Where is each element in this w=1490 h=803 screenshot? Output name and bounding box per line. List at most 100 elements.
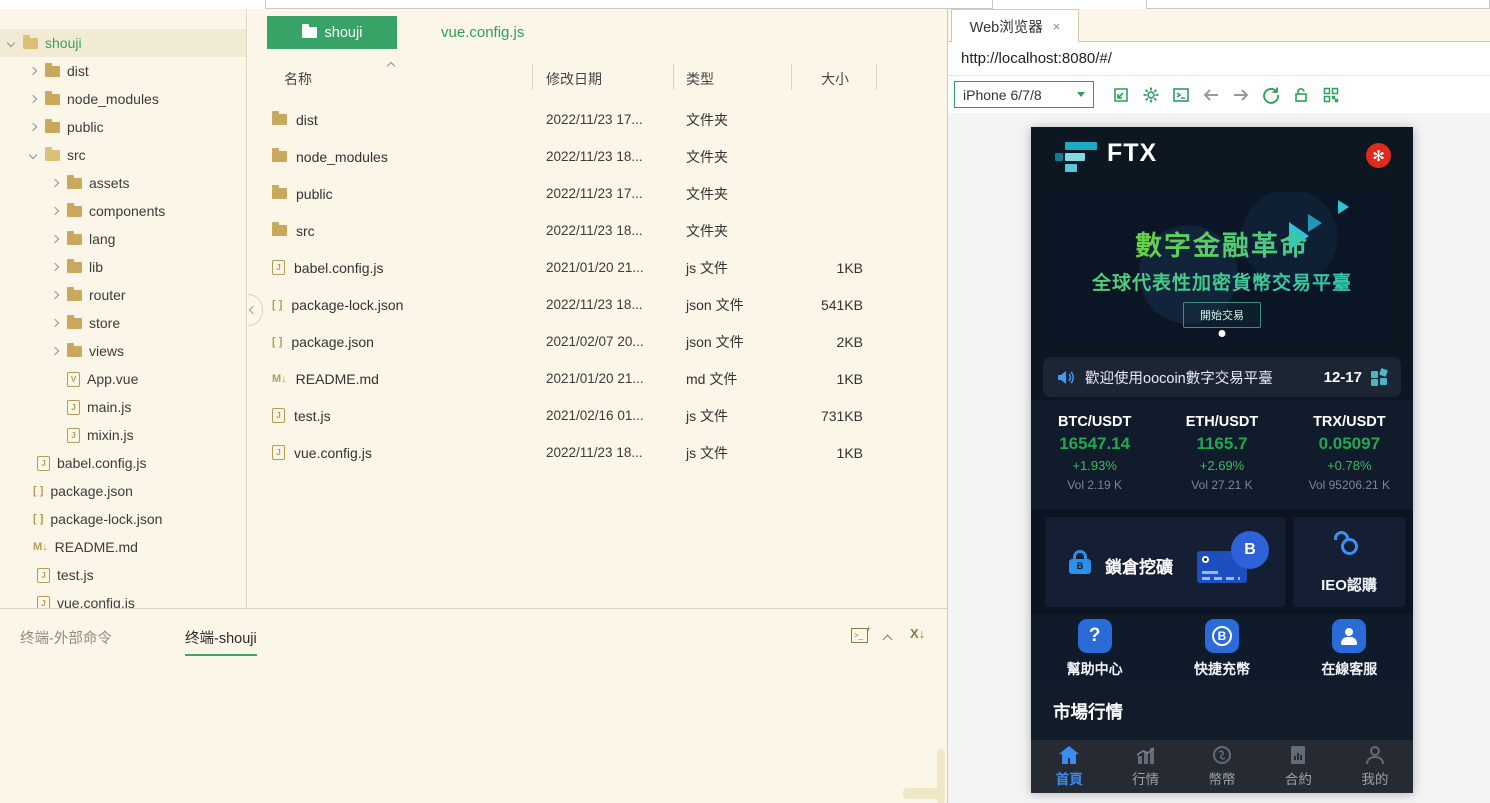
top-cropped-toolbar [0,0,1490,9]
tree-item-assets[interactable]: assets [0,169,247,197]
ticker-eth[interactable]: ETH/USDT 1165.7 +2.69% Vol 27.21 K [1158,400,1285,510]
chevron-down-icon [1077,92,1085,97]
ticker-btc[interactable]: BTC/USDT 16547.14 +1.93% Vol 2.19 K [1031,400,1158,510]
column-header-name[interactable]: 名称 [284,69,312,89]
chevron-right-icon[interactable] [51,263,59,271]
table-row[interactable]: public 2022/11/23 17... 文件夹 [248,175,947,212]
tab-shouji[interactable]: shouji [267,16,397,49]
console-icon[interactable] [1166,83,1196,107]
chevron-right-icon[interactable] [51,291,59,299]
customer-service-action[interactable]: 在線客服 [1286,614,1413,683]
settings-gear-icon[interactable] [1136,83,1166,107]
sort-asc-icon[interactable] [387,62,395,70]
tree-item-shouji[interactable]: shouji [0,29,247,57]
chevron-right-icon[interactable] [51,179,59,187]
tree-item-node-modules[interactable]: node_modules [0,85,247,113]
chevron-right-icon[interactable] [51,235,59,243]
tree-item-babel-config[interactable]: J babel.config.js [0,449,247,477]
lock-icon: B [1069,550,1091,574]
language-flag-icon[interactable]: ✻ [1366,143,1391,168]
announcement-bar[interactable]: 歡迎使用oocoin數字交易平臺 12-17 [1043,357,1401,397]
forward-icon[interactable] [1226,83,1256,107]
chevron-right-icon[interactable] [51,207,59,215]
chevron-right-icon[interactable] [29,67,37,75]
table-row[interactable]: node_modules 2022/11/23 18... 文件夹 [248,138,947,175]
json-file-icon: [ ] [33,513,43,525]
back-icon[interactable] [1196,83,1226,107]
ieo-card[interactable]: IEO認購 [1293,517,1405,607]
chevron-right-icon[interactable] [51,319,59,327]
start-trading-button[interactable]: 開始交易 [1183,302,1261,328]
quick-deposit-action[interactable]: B 快捷充幣 [1158,614,1285,683]
hero-banner[interactable]: 數字金融革命 全球代表性加密貨幣交易平臺 開始交易 [1053,192,1391,342]
folder-icon [302,27,317,38]
new-terminal-icon[interactable]: >_+ [851,628,868,643]
terminal-tab-external[interactable]: 终端-外部命令 [20,627,112,648]
tree-item-package-lock[interactable]: [ ] package-lock.json [0,505,247,533]
md-file-icon: M↓ [33,541,48,553]
nav-profile[interactable]: 我的 [1337,740,1413,793]
table-row[interactable]: M↓README.md 2021/01/20 21... md 文件 1KB [248,360,947,397]
url-input[interactable]: http://localhost:8080/#/ [948,50,1112,67]
collapse-panel-icon[interactable] [884,631,891,646]
tree-item-mixin-js[interactable]: J mixin.js [0,421,247,449]
refresh-icon[interactable] [1256,83,1286,107]
terminal-tab-shouji[interactable]: 终端-shouji [185,627,257,656]
help-center-action[interactable]: ? 幫助中心 [1031,614,1158,683]
device-select[interactable]: iPhone 6/7/8 [954,81,1094,108]
mining-card[interactable]: B 鎖倉挖礦 B [1045,517,1285,607]
table-row[interactable]: Jvue.config.js 2022/11/23 18... js 文件 1K… [248,434,947,471]
nav-spot[interactable]: 幣幣 [1184,740,1260,793]
terminal-hscrollbar[interactable] [903,788,941,799]
column-header-size[interactable]: 大小 [821,69,849,89]
tree-item-app-vue[interactable]: V App.vue [0,365,247,393]
chevron-down-icon[interactable] [7,39,15,47]
nav-markets[interactable]: 行情 [1107,740,1183,793]
folder-icon [272,114,287,125]
open-external-icon[interactable] [1106,83,1136,107]
table-row[interactable]: Jbabel.config.js 2021/01/20 21... js 文件 … [248,249,947,286]
column-header-date[interactable]: 修改日期 [546,69,602,89]
tree-item-store[interactable]: store [0,309,247,337]
tree-item-package-json[interactable]: [ ] package.json [0,477,247,505]
folder-icon [272,225,287,236]
chevron-right-icon[interactable] [29,123,37,131]
tree-item-views[interactable]: views [0,337,247,365]
ticker-trx[interactable]: TRX/USDT 0.05097 +0.78% Vol 95206.21 K [1286,400,1413,510]
table-row[interactable]: dist 2022/11/23 17... 文件夹 [248,101,947,138]
table-row[interactable]: src 2022/11/23 18... 文件夹 [248,212,947,249]
nav-home[interactable]: 首頁 [1031,740,1107,793]
close-icon[interactable]: × [1053,19,1061,34]
quick-actions: ? 幫助中心 B 快捷充幣 在線客服 [1031,614,1413,683]
lock-icon[interactable] [1286,83,1316,107]
tree-item-lib[interactable]: lib [0,253,247,281]
more-grid-icon[interactable] [1371,369,1388,386]
ieo-rings-icon [1334,531,1364,559]
carousel-dot[interactable] [1219,330,1226,337]
table-row[interactable]: [ ]package.json 2021/02/07 20... json 文件… [248,323,947,360]
qr-code-icon[interactable] [1316,83,1346,107]
tab-vue-config-js[interactable]: vue.config.js [423,16,542,49]
chevron-right-icon[interactable] [51,347,59,355]
nav-contracts[interactable]: 合約 [1260,740,1336,793]
column-header-type[interactable]: 类型 [686,69,714,89]
tree-item-router[interactable]: router [0,281,247,309]
tree-item-public[interactable]: public [0,113,247,141]
close-terminal-icon[interactable]: X↓ [910,626,925,641]
tree-item-readme[interactable]: M↓ README.md [0,533,247,561]
table-row[interactable]: [ ]package-lock.json 2022/11/23 18... js… [248,286,947,323]
tree-item-vue-config[interactable]: J vue.config.js [0,589,247,608]
contract-icon [1288,745,1308,765]
tree-item-main-js[interactable]: J main.js [0,393,247,421]
browser-tab-web[interactable]: Web浏览器 × [951,9,1079,42]
web-browser-panel: Web浏览器 × http://localhost:8080/#/ iPhone… [947,9,1490,803]
tree-item-test-js[interactable]: J test.js [0,561,247,589]
table-row[interactable]: Jtest.js 2021/02/16 01... js 文件 731KB [248,397,947,434]
tree-item-src[interactable]: src [0,141,247,169]
tree-item-dist[interactable]: dist [0,57,247,85]
folder-icon [45,122,60,133]
chevron-down-icon[interactable] [29,151,37,159]
tree-item-components[interactable]: components [0,197,247,225]
tree-item-lang[interactable]: lang [0,225,247,253]
chevron-right-icon[interactable] [29,95,37,103]
